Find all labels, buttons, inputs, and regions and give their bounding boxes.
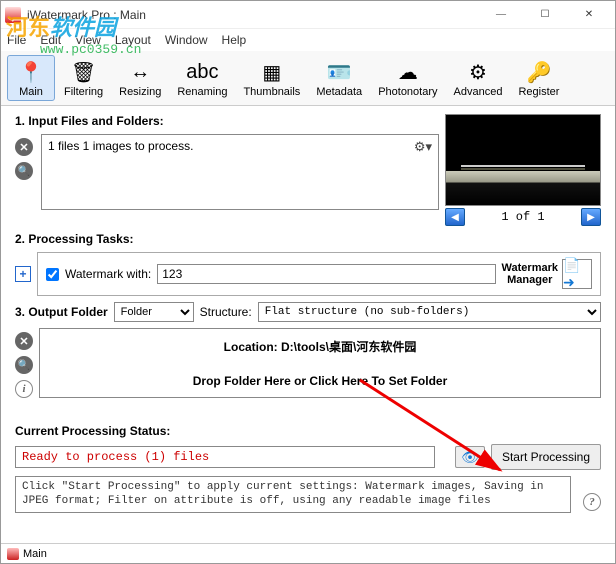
structure-label: Structure: [200, 305, 252, 319]
register-icon: 🔑 [525, 58, 553, 86]
menu-view[interactable]: View [75, 33, 101, 47]
toolbar-metadata[interactable]: 🪪Metadata [309, 55, 369, 101]
toolbar-label: Resizing [119, 86, 161, 98]
add-task-icon[interactable]: + [15, 266, 31, 282]
app-icon [5, 7, 21, 23]
toolbar-photonotary[interactable]: ☁Photonotary [371, 55, 444, 101]
photonotary-icon: ☁ [394, 58, 422, 86]
window-title: iWatermark Pro : Main [27, 8, 479, 22]
output-dropzone[interactable]: Location: D:\tools\桌面\河东软件园 Drop Folder … [39, 328, 601, 398]
toolbar-label: Main [19, 86, 43, 98]
watermark-with-label: Watermark with: [65, 267, 151, 281]
output-type-select[interactable]: Folder [114, 302, 194, 322]
structure-select[interactable]: Flat structure (no sub-folders) [258, 302, 601, 322]
prev-arrow-icon[interactable]: ◀ [445, 208, 465, 226]
section1-title: 1. Input Files and Folders: [15, 114, 439, 128]
toolbar-label: Advanced [454, 86, 503, 98]
next-arrow-icon[interactable]: ▶ [581, 208, 601, 226]
menu-window[interactable]: Window [165, 33, 208, 47]
section3-title: 3. Output Folder [15, 305, 108, 319]
toolbar: 📍Main🗑Filtering↔ResizingabcRenaming▦Thum… [1, 51, 615, 106]
toolbar-label: Filtering [64, 86, 103, 98]
thumbnails-icon: ▦ [258, 58, 286, 86]
statusbar-text: Main [23, 548, 47, 560]
toolbar-resizing[interactable]: ↔Resizing [112, 55, 168, 101]
preview-eye-button[interactable]: 👁 [455, 446, 485, 468]
close-button[interactable]: ✕ [567, 1, 611, 29]
maximize-button[interactable]: ☐ [523, 1, 567, 29]
start-processing-button[interactable]: Start Processing [491, 444, 601, 470]
zoom-input-icon[interactable]: 🔍 [15, 162, 33, 180]
status-text [15, 446, 435, 468]
minimize-button[interactable]: — [479, 1, 523, 29]
toolbar-main[interactable]: 📍Main [7, 55, 55, 101]
clear-output-icon[interactable]: ✕ [15, 332, 33, 350]
renaming-icon: abc [188, 58, 216, 86]
remove-input-icon[interactable]: ✕ [15, 138, 33, 156]
input-files-box[interactable]: 1 files 1 images to process. ⚙▾ [41, 134, 439, 210]
advanced-icon: ⚙ [464, 58, 492, 86]
toolbar-label: Register [518, 86, 559, 98]
zoom-output-icon[interactable]: 🔍 [15, 356, 33, 374]
toolbar-register[interactable]: 🔑Register [511, 55, 566, 101]
input-summary: 1 files 1 images to process. [48, 139, 193, 153]
preview-image [445, 114, 601, 206]
toolbar-filtering[interactable]: 🗑Filtering [57, 55, 110, 101]
filtering-icon: 🗑 [70, 58, 98, 86]
gear-icon[interactable]: ⚙▾ [414, 139, 432, 155]
watermark-manager-label: Watermark Manager [502, 262, 558, 286]
toolbar-advanced[interactable]: ⚙Advanced [447, 55, 510, 101]
resizing-icon: ↔ [126, 58, 154, 86]
metadata-icon: 🪪 [325, 58, 353, 86]
menu-help[interactable]: Help [222, 33, 247, 47]
section2-title: 2. Processing Tasks: [15, 232, 601, 246]
toolbar-label: Thumbnails [243, 86, 300, 98]
menu-layout[interactable]: Layout [115, 33, 151, 47]
menu-edit[interactable]: Edit [40, 33, 61, 47]
watermark-checkbox[interactable] [46, 268, 59, 281]
watermark-name-input[interactable] [157, 264, 495, 284]
status-hint: Click "Start Processing" to apply curren… [15, 476, 571, 513]
drop-hint: Drop Folder Here or Click Here To Set Fo… [193, 374, 448, 388]
toolbar-label: Metadata [316, 86, 362, 98]
statusbar-icon [7, 548, 19, 560]
toolbar-renaming[interactable]: abcRenaming [170, 55, 234, 101]
toolbar-label: Photonotary [378, 86, 437, 98]
menubar: File Edit View Layout Window Help [1, 29, 615, 51]
watermark-manager-button[interactable]: 📄➜ [562, 259, 592, 289]
pager-text: 1 of 1 [501, 210, 544, 224]
toolbar-label: Renaming [177, 86, 227, 98]
status-title: Current Processing Status: [15, 424, 601, 438]
info-status-icon[interactable]: ? [583, 493, 601, 511]
toolbar-thumbnails[interactable]: ▦Thumbnails [236, 55, 307, 101]
menu-file[interactable]: File [7, 33, 26, 47]
location-text: Location: D:\tools\桌面\河东软件园 [224, 338, 417, 355]
main-icon: 📍 [17, 58, 45, 86]
info-output-icon[interactable]: i [15, 380, 33, 398]
